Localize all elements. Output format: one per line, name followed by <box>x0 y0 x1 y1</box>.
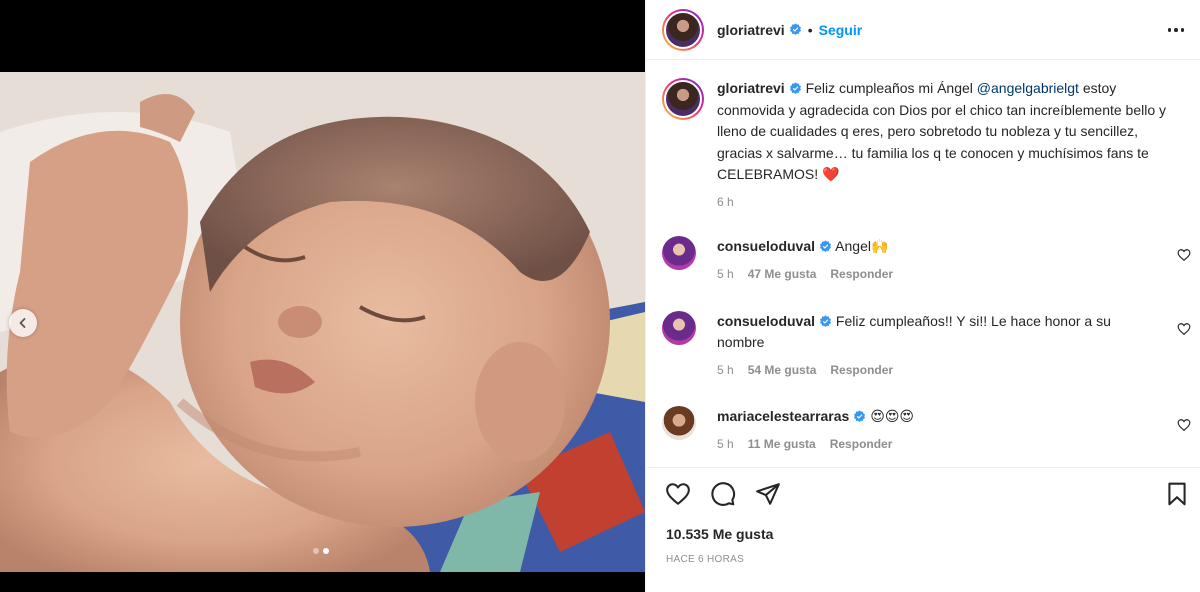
caption-text-start: Feliz cumpleaños mi Ángel <box>805 80 977 96</box>
commenter-username[interactable]: consueloduval <box>717 238 815 254</box>
comment-likes[interactable]: 54 Me gusta <box>748 360 817 381</box>
comment-time[interactable]: 5 h <box>717 264 734 285</box>
reply-button[interactable]: Responder <box>830 434 893 455</box>
commenter-avatar[interactable] <box>662 406 696 440</box>
comment-icon[interactable] <box>710 481 736 507</box>
post-media <box>0 0 645 592</box>
post-header: gloriatrevi • Seguir <box>646 0 1200 60</box>
sleeping-baby-photo <box>0 72 645 572</box>
header-separator: • <box>807 21 813 38</box>
like-comment-heart-icon[interactable] <box>1177 418 1191 432</box>
commenter-username[interactable]: consueloduval <box>717 313 815 329</box>
previous-slide-button[interactable] <box>9 309 37 337</box>
comment-likes[interactable]: 47 Me gusta <box>748 264 817 285</box>
verified-badge-icon <box>854 410 866 423</box>
author-avatar[interactable] <box>662 8 704 51</box>
commenter-username[interactable]: mariacelestearraras <box>717 408 849 424</box>
paper-plane-icon[interactable] <box>755 481 781 507</box>
heart-icon[interactable] <box>665 481 691 507</box>
caption-timestamp[interactable]: 6 h <box>717 192 1177 214</box>
post-actions: 10.535 Me gusta HACE 6 HORAS <box>646 467 1200 592</box>
reply-button[interactable]: Responder <box>830 360 893 381</box>
reply-button[interactable]: Responder <box>830 264 893 285</box>
caption-mention-link[interactable]: @angelgabrielgt <box>977 80 1079 96</box>
author-username[interactable]: gloriatrevi <box>717 22 785 38</box>
post-caption: gloriatrevi Feliz cumpleaños mi Ángel @a… <box>662 78 1187 213</box>
post-timestamp[interactable]: HACE 6 HORAS <box>666 554 744 565</box>
carousel-dot <box>313 548 319 554</box>
chevron-left-icon <box>19 318 26 328</box>
post-details-panel: gloriatrevi • Seguir gloriatrevi Feliz c… <box>645 0 1200 592</box>
comment-time[interactable]: 5 h <box>717 434 734 455</box>
comment-item: mariacelestearraras 😍😍😍 5 h 11 Me gusta … <box>662 406 1191 455</box>
verified-badge-icon <box>820 315 832 328</box>
comment-text: Angel🙌 <box>835 238 889 254</box>
comment-likes[interactable]: 11 Me gusta <box>748 434 816 455</box>
comment-time[interactable]: 5 h <box>717 360 734 381</box>
verified-badge-icon <box>789 82 801 95</box>
like-count[interactable]: 10.535 Me gusta <box>666 526 773 542</box>
verified-badge-icon <box>789 23 801 36</box>
caption-author-avatar[interactable] <box>662 78 704 120</box>
commenter-avatar[interactable] <box>662 236 696 270</box>
comment-item: consueloduval Feliz cumpleaños!! Y si!! … <box>662 311 1191 381</box>
bookmark-icon[interactable] <box>1164 481 1190 507</box>
carousel-indicator <box>313 548 329 554</box>
more-options-icon[interactable] <box>1165 20 1187 40</box>
like-comment-heart-icon[interactable] <box>1177 248 1191 262</box>
comment-item: consueloduval Angel🙌 5 h 47 Me gusta Res… <box>662 236 1191 285</box>
caption-author-username[interactable]: gloriatrevi <box>717 80 785 96</box>
commenter-avatar[interactable] <box>662 311 696 345</box>
carousel-dot-active <box>323 548 329 554</box>
follow-button[interactable]: Seguir <box>819 22 863 38</box>
like-comment-heart-icon[interactable] <box>1177 322 1191 336</box>
post-photo[interactable] <box>0 72 645 572</box>
comment-text: 😍😍😍 <box>870 408 915 424</box>
verified-badge-icon <box>820 240 832 253</box>
